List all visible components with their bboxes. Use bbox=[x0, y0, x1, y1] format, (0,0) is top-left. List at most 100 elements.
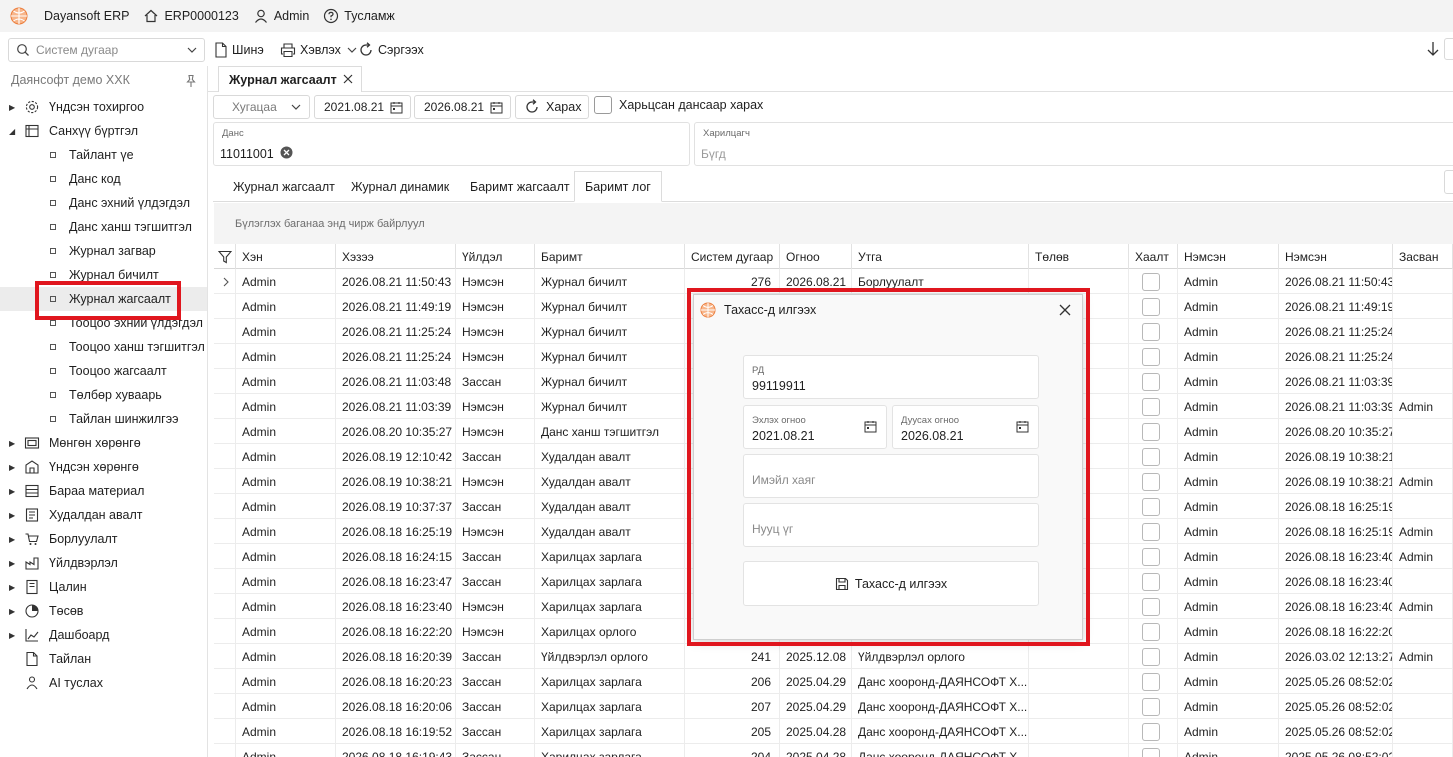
closing-checkbox[interactable] bbox=[1142, 497, 1160, 516]
table-row[interactable]: Admin 2026.08.18 16:20:23 Зассан Харилцах з… bbox=[214, 669, 1453, 694]
sidebar-item[interactable]: Тооцоо ханш тэгшитгэл bbox=[0, 335, 207, 359]
tab-journal-dynamic[interactable]: Журнал динамик bbox=[341, 171, 459, 202]
sidebar-item[interactable]: ▶ Борлуулалт bbox=[0, 527, 207, 551]
refresh-button[interactable]: Сэргээх bbox=[358, 40, 424, 60]
row-indicator[interactable] bbox=[214, 519, 236, 544]
closing-checkbox[interactable] bbox=[1142, 322, 1160, 341]
calendar-icon[interactable] bbox=[490, 101, 503, 114]
row-indicator[interactable] bbox=[214, 694, 236, 719]
chevron-down-icon[interactable] bbox=[347, 46, 357, 54]
pin-icon[interactable] bbox=[184, 74, 198, 88]
user-menu[interactable]: Admin bbox=[253, 8, 309, 24]
table-row[interactable]: Admin 2026.08.18 16:19:52 Зассан Харилцах з… bbox=[214, 719, 1453, 744]
row-indicator[interactable] bbox=[214, 669, 236, 694]
closing-checkbox[interactable] bbox=[1142, 472, 1160, 491]
date-from-input[interactable]: 2021.08.21 bbox=[314, 95, 411, 119]
collapsed-arrow-icon[interactable]: ▶ bbox=[9, 511, 15, 520]
closing-checkbox[interactable] bbox=[1142, 422, 1160, 441]
column-header[interactable]: Хаалт bbox=[1129, 244, 1178, 269]
column-header[interactable]: Огноо bbox=[780, 244, 852, 269]
partner-field[interactable]: Харилцагч Бүгд bbox=[694, 122, 1453, 166]
close-icon[interactable] bbox=[341, 72, 355, 86]
closing-checkbox[interactable] bbox=[1142, 697, 1160, 716]
column-header[interactable]: Хэзээ bbox=[336, 244, 456, 269]
row-indicator[interactable] bbox=[214, 569, 236, 594]
sidebar-item[interactable]: Тооцоо жагсаалт bbox=[0, 359, 207, 383]
table-row[interactable]: Admin 2026.08.18 16:20:39 Зассан Үйлдвэрлэл… bbox=[214, 644, 1453, 669]
collapsed-arrow-icon[interactable]: ▶ bbox=[9, 103, 15, 112]
column-header[interactable]: Нэмсэн bbox=[1279, 244, 1393, 269]
new-button[interactable]: Шинэ bbox=[214, 40, 264, 60]
clear-icon[interactable] bbox=[280, 146, 293, 159]
by-account-toggle[interactable]: Харьцсан дансаар харах bbox=[594, 96, 763, 114]
print-button[interactable]: Хэвлэх bbox=[280, 40, 357, 60]
closing-checkbox[interactable] bbox=[1142, 722, 1160, 741]
system-number-search[interactable] bbox=[8, 38, 205, 62]
period-select[interactable]: Хугацаа bbox=[213, 95, 310, 119]
tab-document-log[interactable]: Баримт лог bbox=[574, 171, 662, 202]
tab-journal-list[interactable]: Журнал жагсаалт bbox=[218, 66, 362, 92]
column-header[interactable]: Систем дугаар bbox=[685, 244, 780, 269]
row-indicator[interactable] bbox=[214, 719, 236, 744]
closing-checkbox[interactable] bbox=[1142, 747, 1160, 757]
row-indicator[interactable] bbox=[214, 744, 236, 757]
sidebar-item[interactable]: ▶ Цалин bbox=[0, 575, 207, 599]
closing-checkbox[interactable] bbox=[1142, 522, 1160, 541]
account-field[interactable]: Данс 11011001 bbox=[213, 122, 690, 166]
column-header[interactable]: Нэмсэн bbox=[1178, 244, 1279, 269]
sidebar-item[interactable]: ▶ Бараа материал bbox=[0, 479, 207, 503]
closing-checkbox[interactable] bbox=[1142, 647, 1160, 666]
sidebar-item[interactable]: ▶ Төсөв bbox=[0, 599, 207, 623]
collapsed-arrow-icon[interactable]: ▶ bbox=[9, 487, 15, 496]
table-row[interactable]: Admin 2026.08.18 16:20:06 Зассан Харилцах з… bbox=[214, 694, 1453, 719]
chevron-down-icon[interactable] bbox=[187, 46, 197, 54]
search-input[interactable] bbox=[36, 43, 176, 57]
closing-checkbox[interactable] bbox=[1142, 447, 1160, 466]
sidebar-item[interactable]: Тайлант үе bbox=[0, 143, 207, 167]
collapsed-arrow-icon[interactable]: ▶ bbox=[9, 607, 15, 616]
sidebar-item[interactable]: Данс ханш тэгшитгэл bbox=[0, 215, 207, 239]
sidebar-item[interactable]: ◢ Санхүү бүртгэл bbox=[0, 119, 207, 143]
home-link[interactable]: ERP0000123 bbox=[143, 8, 239, 24]
closing-checkbox[interactable] bbox=[1142, 572, 1160, 591]
sidebar-item[interactable]: Тайлан шинжилгээ bbox=[0, 407, 207, 431]
collapsed-arrow-icon[interactable]: ▶ bbox=[9, 439, 15, 448]
closing-checkbox[interactable] bbox=[1142, 672, 1160, 691]
closing-checkbox[interactable] bbox=[1142, 547, 1160, 566]
by-account-checkbox[interactable] bbox=[594, 96, 612, 114]
closing-checkbox[interactable] bbox=[1142, 297, 1160, 316]
group-by-area[interactable]: Бүлэглэх баганаа энд чирж байрлуул bbox=[214, 203, 1453, 244]
collapsed-arrow-icon[interactable]: ▶ bbox=[9, 559, 15, 568]
row-indicator[interactable] bbox=[214, 344, 236, 369]
window-edge-button[interactable] bbox=[1444, 38, 1453, 60]
closing-checkbox[interactable] bbox=[1142, 622, 1160, 641]
sidebar-item[interactable]: ▶ Үндсэн хөрөнгө bbox=[0, 455, 207, 479]
column-header[interactable]: Үйлдэл bbox=[456, 244, 535, 269]
collapsed-arrow-icon[interactable]: ▶ bbox=[9, 631, 15, 640]
row-indicator[interactable] bbox=[214, 269, 236, 294]
collapsed-arrow-icon[interactable]: ▶ bbox=[9, 583, 15, 592]
sidebar-item[interactable]: ▶ Мөнгөн хөрөнгө bbox=[0, 431, 207, 455]
tab-document-list[interactable]: Баримт жагсаалт bbox=[460, 171, 580, 202]
row-indicator[interactable] bbox=[214, 419, 236, 444]
filter-icon[interactable] bbox=[218, 250, 232, 264]
panel-toggle-button[interactable] bbox=[1444, 170, 1453, 194]
row-indicator[interactable] bbox=[214, 319, 236, 344]
filter-column[interactable] bbox=[214, 244, 236, 269]
closing-checkbox[interactable] bbox=[1142, 397, 1160, 416]
row-indicator[interactable] bbox=[214, 494, 236, 519]
sidebar-item[interactable]: Данс код bbox=[0, 167, 207, 191]
column-header[interactable]: Утга bbox=[852, 244, 1029, 269]
sidebar-item[interactable]: Тайлан bbox=[0, 647, 207, 671]
sidebar-item[interactable]: ▶ Үйлдвэрлэл bbox=[0, 551, 207, 575]
tab-journal-list-inner[interactable]: Журнал жагсаалт bbox=[223, 171, 345, 202]
column-header[interactable]: Хэн bbox=[236, 244, 336, 269]
sidebar-item[interactable]: AI туслах bbox=[0, 671, 207, 695]
sidebar-item[interactable]: ▶ Дашбоард bbox=[0, 623, 207, 647]
closing-checkbox[interactable] bbox=[1142, 597, 1160, 616]
sidebar-item[interactable]: Төлбөр хуваарь bbox=[0, 383, 207, 407]
sidebar-item[interactable]: Данс эхний үлдэгдэл bbox=[0, 191, 207, 215]
sidebar-item[interactable]: ▶ Худалдан авалт bbox=[0, 503, 207, 527]
row-indicator[interactable] bbox=[214, 544, 236, 569]
table-row[interactable]: Admin 2026.08.18 16:19:43 Зассан Харилцах з… bbox=[214, 744, 1453, 757]
